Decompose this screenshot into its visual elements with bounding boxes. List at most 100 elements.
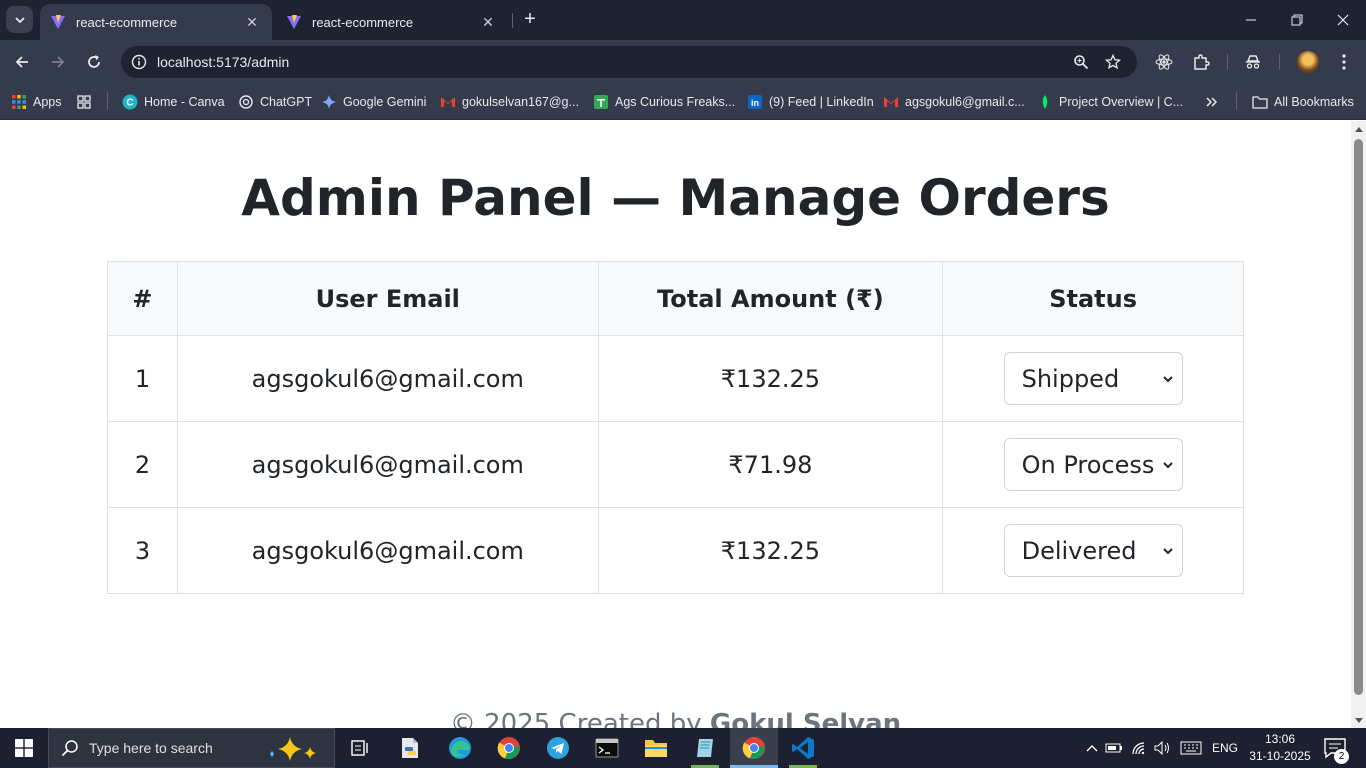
- close-tab-icon[interactable]: ✕: [480, 14, 496, 31]
- tab-search-button[interactable]: [6, 6, 33, 33]
- svg-text:C: C: [126, 98, 133, 109]
- gmail-icon: [883, 94, 899, 110]
- kebab-menu-icon: [1342, 54, 1346, 70]
- bookmark-chatgpt[interactable]: ChatGPT: [238, 92, 312, 112]
- react-icon: [1155, 54, 1173, 70]
- all-bookmarks-button[interactable]: All Bookmarks: [1252, 92, 1354, 112]
- bookmarks-separator: [107, 92, 108, 110]
- canva-icon: C: [122, 94, 138, 110]
- svg-text:in: in: [751, 98, 759, 108]
- taskbar-app-chrome-active[interactable]: [730, 728, 778, 768]
- extensions-button[interactable]: [1191, 52, 1211, 72]
- bookmark-apps[interactable]: Apps: [11, 92, 62, 112]
- double-chevron-right-icon: [1204, 94, 1220, 110]
- status-selected-value: Delivered: [1021, 536, 1137, 565]
- reload-button[interactable]: [82, 50, 106, 74]
- taskbar-app-files[interactable]: [386, 728, 434, 768]
- scroll-down-button[interactable]: [1351, 713, 1366, 728]
- user-email: agsgokul6@gmail.com: [176, 335, 599, 422]
- search-placeholder: Type here to search: [89, 740, 213, 756]
- notepad-icon: [697, 739, 713, 757]
- notification-count-badge: 2: [1334, 749, 1349, 764]
- new-tab-button[interactable]: +: [519, 8, 541, 30]
- back-button[interactable]: [10, 50, 34, 74]
- network-indicator[interactable]: [1129, 728, 1151, 768]
- taskbar-app-edge[interactable]: [436, 728, 484, 768]
- taskbar-app-notepad[interactable]: [681, 728, 729, 768]
- tab-react-ecommerce-1[interactable]: react-ecommerce ✕: [40, 4, 272, 40]
- table-row: 3 agsgokul6@gmail.com ₹132.25 Delivered: [107, 507, 1244, 594]
- zoom-icon[interactable]: [1073, 54, 1089, 70]
- tab-title: react-ecommerce: [312, 14, 414, 30]
- bookmark-linkedin[interactable]: in (9) Feed | LinkedIn: [747, 92, 874, 112]
- start-button[interactable]: [0, 728, 48, 768]
- taskbar-app-chrome[interactable]: [485, 728, 533, 768]
- linkedin-icon: in: [747, 94, 763, 110]
- incognito-button[interactable]: [1243, 52, 1263, 72]
- bookmark-mongodb[interactable]: Project Overview | C...: [1037, 92, 1183, 112]
- bookmark-star-icon[interactable]: [1105, 54, 1121, 70]
- profile-avatar[interactable]: [1297, 51, 1319, 73]
- taskbar-app-terminal[interactable]: [583, 728, 631, 768]
- address-bar[interactable]: localhost:5173/admin: [121, 46, 1137, 78]
- status-select[interactable]: Shipped: [1003, 352, 1183, 405]
- forward-button[interactable]: [46, 50, 70, 74]
- tab-groups-icon: [76, 94, 92, 110]
- taskbar-app-file-explorer[interactable]: [632, 728, 680, 768]
- footer-prefix: © 2025 Created by: [449, 709, 710, 728]
- touch-keyboard-button[interactable]: [1178, 728, 1204, 768]
- footer-author: Gokul Selvan: [709, 709, 902, 728]
- status-select[interactable]: Delivered: [1003, 524, 1183, 577]
- close-window-button[interactable]: [1320, 0, 1366, 40]
- scroll-up-button[interactable]: [1351, 121, 1366, 136]
- status-select[interactable]: On Process: [1003, 438, 1183, 491]
- scrollbar-thumb[interactable]: [1354, 139, 1363, 695]
- bookmark-canva[interactable]: C Home - Canva: [122, 92, 225, 112]
- clock-time: 13:06: [1264, 732, 1296, 746]
- table-row: 1 agsgokul6@gmail.com ₹132.25 Shipped: [107, 335, 1244, 422]
- tab-groups-button[interactable]: [76, 92, 98, 112]
- bookmark-label: Home - Canva: [144, 95, 225, 109]
- document-python-icon: [402, 738, 418, 758]
- taskbar-app-vscode[interactable]: [779, 728, 827, 768]
- volume-indicator[interactable]: [1153, 728, 1173, 768]
- bookmark-sheets[interactable]: Ags Curious Freaks...: [593, 92, 735, 112]
- restore-button[interactable]: [1274, 0, 1320, 40]
- arrow-right-icon: [52, 56, 65, 68]
- toolbar-separator: [1227, 54, 1228, 70]
- apps-grid-icon: [11, 94, 27, 110]
- page-footer: © 2025 Created by Gokul Selvan: [0, 709, 1351, 728]
- mongodb-icon: [1037, 94, 1053, 110]
- minimize-button[interactable]: [1228, 0, 1274, 40]
- user-email: agsgokul6@gmail.com: [176, 507, 599, 594]
- reload-icon: [88, 55, 100, 68]
- input-language-indicator[interactable]: ENG: [1208, 728, 1242, 768]
- chevron-down-icon: [14, 16, 25, 23]
- site-info-icon[interactable]: [131, 54, 147, 70]
- status-cell: Shipped: [942, 335, 1244, 422]
- vscode-icon: [792, 737, 814, 759]
- tab-react-ecommerce-2[interactable]: react-ecommerce ✕: [276, 4, 508, 40]
- bookmark-gmail-agsgokul[interactable]: agsgokul6@gmail.c...: [883, 92, 1025, 112]
- bookmarks-separator: [1236, 92, 1237, 110]
- battery-indicator[interactable]: [1104, 728, 1124, 768]
- taskbar-search-box[interactable]: Type here to search: [48, 728, 335, 768]
- system-clock[interactable]: 13:06 31-10-2025: [1248, 731, 1312, 765]
- task-view-button[interactable]: [336, 728, 384, 768]
- url-text: localhost:5173/admin: [157, 54, 289, 70]
- column-header-user-email: User Email: [176, 261, 599, 336]
- bookmark-gemini[interactable]: Google Gemini: [321, 92, 426, 112]
- bookmark-gmail-gokulselvan[interactable]: gokulselvan167@g...: [440, 92, 579, 112]
- user-email: agsgokul6@gmail.com: [176, 421, 599, 508]
- url-path: :5173/admin: [212, 54, 290, 70]
- close-tab-icon[interactable]: ✕: [244, 14, 260, 31]
- vertical-scrollbar[interactable]: [1351, 121, 1366, 728]
- react-devtools-extension[interactable]: [1154, 52, 1174, 72]
- more-bookmarks-button[interactable]: [1204, 92, 1226, 112]
- chrome-menu-button[interactable]: [1334, 52, 1354, 72]
- taskbar-app-telegram[interactable]: [534, 728, 582, 768]
- telegram-icon: [547, 737, 569, 759]
- show-hidden-icons-button[interactable]: [1082, 728, 1102, 768]
- status-selected-value: Shipped: [1021, 364, 1120, 393]
- total-amount: ₹132.25: [597, 507, 944, 594]
